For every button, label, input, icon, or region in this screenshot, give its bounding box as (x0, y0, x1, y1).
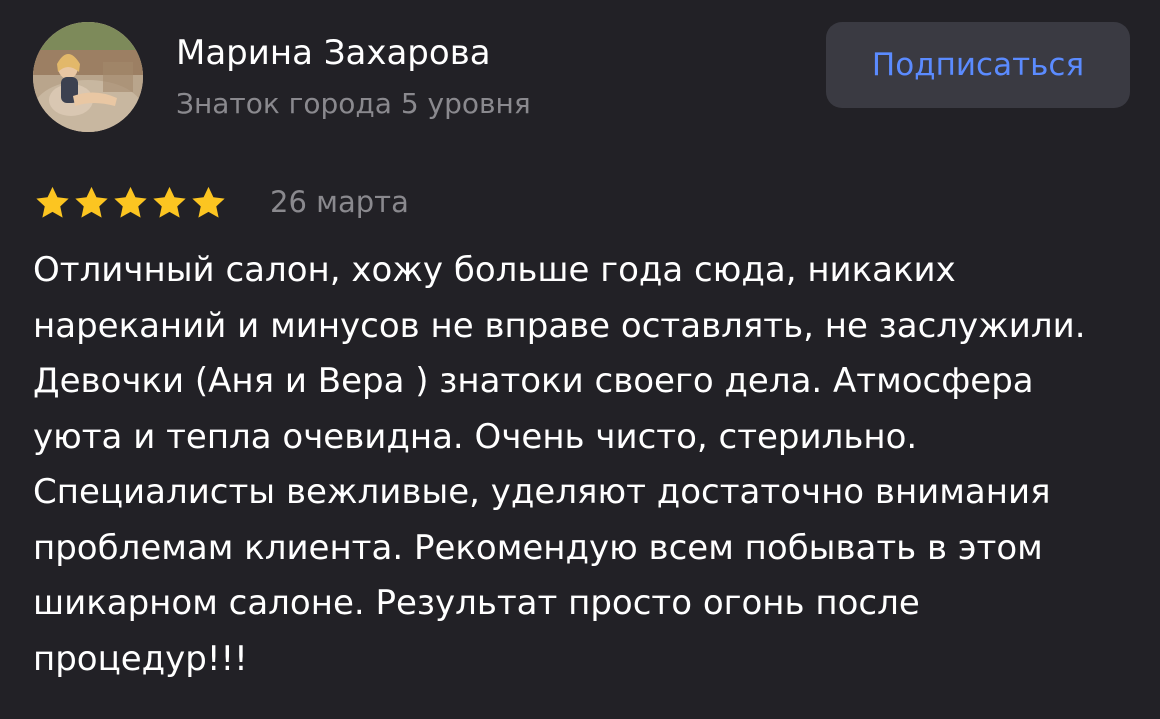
star-icon (192, 186, 225, 218)
review-date: 26 марта (270, 185, 409, 219)
subscribe-button[interactable]: Подписаться (826, 22, 1130, 108)
star-icon (153, 186, 186, 218)
author-level: Знаток города 5 уровня (176, 87, 531, 120)
rating-stars (33, 184, 228, 224)
avatar-photo (33, 22, 143, 132)
star-icon (36, 186, 69, 218)
review-text: Отличный салон, хожу больше года сюда, н… (33, 250, 1086, 679)
star-icon (75, 186, 108, 218)
author-name[interactable]: Марина Захарова (176, 32, 491, 74)
avatar[interactable] (33, 22, 143, 132)
star-icon (114, 186, 147, 218)
